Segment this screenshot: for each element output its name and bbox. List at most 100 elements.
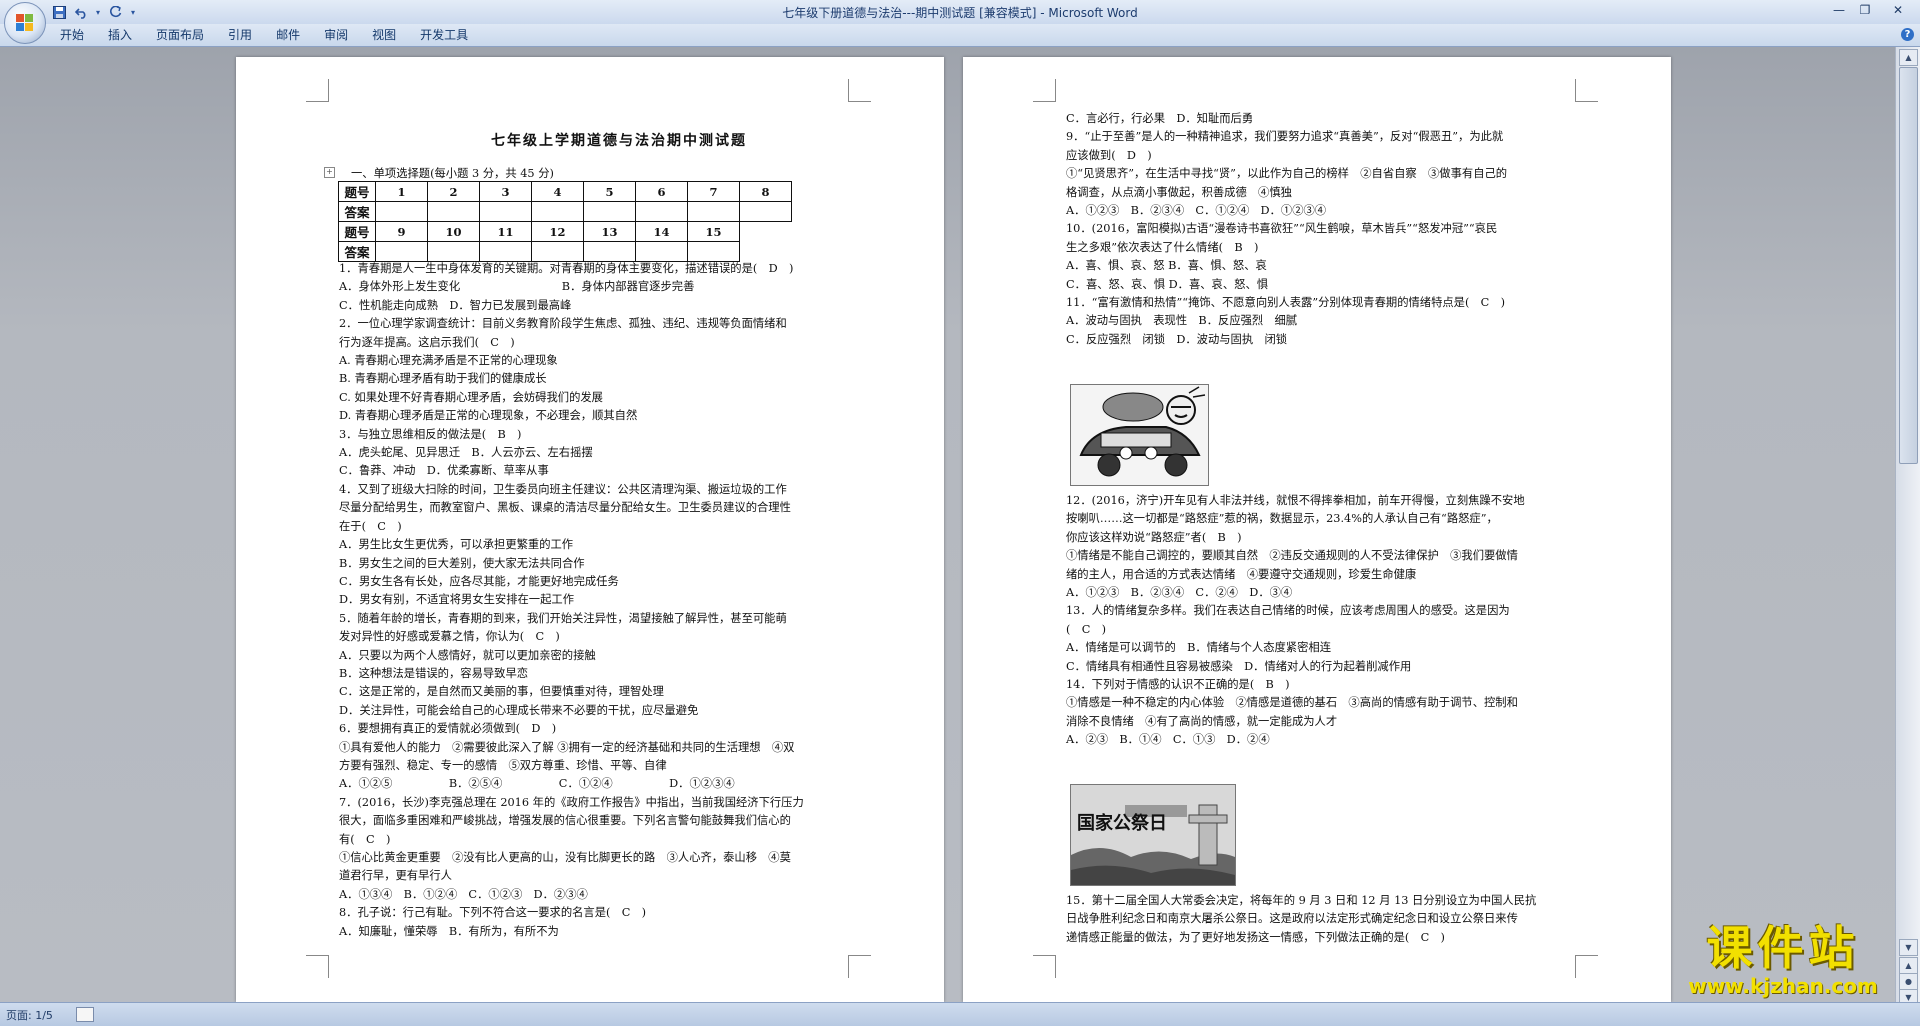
tab-mailings[interactable]: 邮件 [264, 24, 312, 46]
page-count[interactable]: 页面: 1/5 [6, 1007, 53, 1023]
answer-cell[interactable] [531, 201, 584, 222]
text-line: A．男生比女生更优秀，可以承担更繁重的工作 [339, 538, 574, 552]
text-line: 在于( C ) [339, 519, 402, 533]
question-block: 15．第十二届全国人大常委会决定，将每年的 9 月 3 日和 12 月 13 日… [1066, 892, 1576, 947]
tab-page-layout[interactable]: 页面布局 [144, 24, 216, 46]
office-button[interactable] [4, 2, 46, 44]
text-line: B．男女生之间的巨大差别，使大家无法共同合作 [339, 556, 585, 570]
text-line: 1．青春期是人一生中身体发育的关键期。对青春期的身体主要变化，描述错误的是( D… [339, 262, 794, 275]
proofing-language-icon[interactable] [76, 1007, 94, 1022]
scroll-up-icon[interactable]: ▲ [1899, 49, 1918, 66]
restore-icon[interactable]: ❐ [1852, 0, 1878, 20]
text-line: ①具有爱他人的能力 ②需要彼此深入了解 ③拥有一定的经济基础和共同的生活理想 ④… [339, 740, 795, 754]
text-line: A．知廉耻，懂荣辱 B．有所为，有所不为 [339, 924, 559, 938]
table-cell: 6 [635, 181, 688, 202]
tab-view[interactable]: 视图 [360, 24, 408, 46]
text-line: D. 青春期心理矛盾是正常的心理现象，不必理会，顺其自然 [339, 409, 638, 423]
text-line: B. 青春期心理矛盾有助于我们的健康成长 [339, 372, 547, 386]
answer-cell[interactable] [479, 201, 532, 222]
answer-cell[interactable] [635, 241, 688, 262]
text-line: A．波动与固执 表现性 B．反应强烈 细腻 [1066, 314, 1298, 328]
answer-cell[interactable] [531, 241, 584, 262]
text-line: 12．(2016，济宁)开车见有人非法并线，就恨不得摔拳相加，前车开得慢，立刻焦… [1066, 494, 1525, 507]
answer-cell[interactable] [687, 201, 740, 222]
answer-cell[interactable] [427, 201, 480, 222]
minimize-icon[interactable]: — [1826, 0, 1852, 20]
crop-mark [306, 79, 329, 102]
text-line: D．关注异性，可能会给自己的心理成长带来不必要的干扰，应尽量避免 [339, 703, 699, 717]
text-line: 14．下列对于情感的认识不正确的是( B ) [1066, 678, 1290, 692]
table-move-handle-icon[interactable]: + [324, 167, 335, 178]
table-cell: 14 [635, 221, 688, 242]
exam-title: 七年级上学期道德与法治期中测试题 [491, 133, 747, 149]
table-cell: 12 [531, 221, 584, 242]
answer-cell[interactable] [687, 241, 740, 262]
text-line: ( C ) [1066, 622, 1107, 636]
close-icon[interactable]: ✕ [1878, 0, 1918, 20]
vertical-scrollbar[interactable]: ▲ ▼ ▲ ● ▼ [1895, 47, 1920, 1006]
scroll-down-icon[interactable]: ▼ [1899, 939, 1918, 956]
answer-cell[interactable] [375, 241, 428, 262]
text-line: ①信心比黄金更重要 ②没有比人更高的山，没有比脚更长的路 ③人心齐，泰山移 ④莫 [339, 851, 791, 864]
text-line: 11．“富有激情和热情”“掩饰、不愿意向别人表露”分别体现青春期的情绪特点是( … [1066, 296, 1506, 310]
text-line: C．反应强烈 闭锁 D．波动与固执 闭锁 [1066, 332, 1288, 346]
answer-table[interactable]: 题号 1 2 3 4 5 6 7 8 答案 题号 9 10 11 12 13 1… [338, 181, 792, 262]
text-line: 递情感正能量的做法，为了更好地发扬这一情感，下列做法正确的是( C ) [1066, 930, 1445, 944]
text-line: 6．要想拥有真正的爱情就必须做到( D ) [339, 722, 557, 736]
text-line: ①“见贤思齐”，在生活中寻找“贤”，以此作为自己的榜样 ②自省自察 ③做事有自己… [1066, 167, 1508, 181]
text-line: 5．随着年龄的增长，青春期的到来，我们开始关注异性，渴望接触了解异性，甚至可能萌 [339, 611, 787, 625]
answer-cell[interactable] [479, 241, 532, 262]
help-icon[interactable]: ? [1901, 28, 1914, 41]
crop-mark [1033, 955, 1056, 978]
text-line: 7．(2016，长沙)李克强总理在 2016 年的《政府工作报告》中指出，当前我… [339, 795, 804, 809]
ribbon-tabs: 开始 插入 页面布局 引用 邮件 审阅 视图 开发工具 [48, 24, 480, 46]
answer-cell[interactable] [739, 201, 792, 222]
document-page-2[interactable]: C．言必行，行必果 D．知耻而后勇 9．“止于至善”是人的一种精神追求，我们要努力… [963, 57, 1671, 1002]
text-line: D．男女有别，不适宜将男女生安排在一起工作 [339, 593, 574, 607]
text-line: C．喜、怒、哀、惧 D．喜、哀、怒、惧 [1066, 277, 1269, 291]
text-line: 4．又到了班级大扫除的时间，卫生委员向班主任建议：公共区清理沟渠、搬运垃圾的工作 [339, 482, 787, 496]
tab-developer[interactable]: 开发工具 [408, 24, 480, 46]
section-heading: 一、单项选择题(每小题 3 分，共 45 分) [351, 167, 554, 180]
window-controls: — ❐ ✕ [1826, 0, 1918, 22]
select-browse-object-icon[interactable]: ● [1899, 973, 1918, 990]
office-logo-icon [16, 14, 34, 32]
text-line: 很大，面临多重困难和严峻挑战，增强发展的信心很重要。下列名言警句能鼓舞我们信心的 [339, 814, 791, 828]
text-line: A．①③④ B．①②④ C．①②③ D．②③④ [339, 887, 588, 901]
text-line: A．喜、惧、哀、怒 B．喜、惧、怒、哀 [1066, 259, 1267, 273]
text-line: B．这种想法是错误的，容易导致早恋 [339, 666, 529, 680]
text-line: A．②③ B．①④ C．①③ D．②④ [1066, 733, 1270, 747]
text-line: C．这是正常的，是自然而又美丽的事，但要慎重对待，理智处理 [339, 685, 664, 699]
text-line: A．①②⑤ B．②⑤④ C．①②④ D．①②③④ [339, 777, 735, 791]
scrollbar-thumb[interactable] [1899, 67, 1918, 464]
document-page-1[interactable]: 七年级上学期道德与法治期中测试题 + 一、单项选择题(每小题 3 分，共 45 … [236, 57, 944, 1002]
answer-cell[interactable] [583, 241, 636, 262]
question-block: 12．(2016，济宁)开车见有人非法并线，就恨不得摔拳相加，前车开得慢，立刻焦… [1066, 492, 1576, 750]
table-cell: 1 [375, 181, 428, 202]
table-header-cell: 答案 [338, 241, 376, 262]
table-header-cell: 题号 [338, 221, 376, 242]
answer-cell[interactable] [583, 201, 636, 222]
memorial-day-image-title: 国家公祭日 [1077, 813, 1167, 834]
site-watermark: 课件站 www.kjzhan.com [1668, 922, 1898, 1000]
tab-review[interactable]: 审阅 [312, 24, 360, 46]
document-workspace[interactable]: 七年级上学期道德与法治期中测试题 + 一、单项选择题(每小题 3 分，共 45 … [0, 47, 1896, 1002]
text-line: C．男女生各有长处，应各尽其能，才能更好地完成任务 [339, 574, 619, 588]
answer-cell[interactable] [427, 241, 480, 262]
tab-home[interactable]: 开始 [48, 24, 96, 46]
table-row: 答案 [338, 241, 792, 262]
table-cell: 9 [375, 221, 428, 242]
text-line: A．①②③ B．②③④ C．①②④ D．①②③④ [1066, 204, 1327, 218]
text-line: A．①②③ B．②③④ C．②④ D．③④ [1066, 586, 1293, 600]
text-line: C．言必行，行必果 D．知耻而后勇 [1066, 112, 1254, 125]
status-bar: 页面: 1/5 [0, 1002, 1920, 1026]
text-line: A. 青春期心理充满矛盾是不正常的心理现象 [339, 354, 558, 368]
text-line: 9．“止于至善”是人的一种精神追求，我们要努力追求“真善美”，反对“假恶丑”，为… [1066, 130, 1504, 144]
table-cell: 4 [531, 181, 584, 202]
previous-page-icon[interactable]: ▲ [1899, 957, 1918, 974]
tab-insert[interactable]: 插入 [96, 24, 144, 46]
tab-references[interactable]: 引用 [216, 24, 264, 46]
answer-cell[interactable] [635, 201, 688, 222]
table-cell: 10 [427, 221, 480, 242]
answer-cell[interactable] [375, 201, 428, 222]
